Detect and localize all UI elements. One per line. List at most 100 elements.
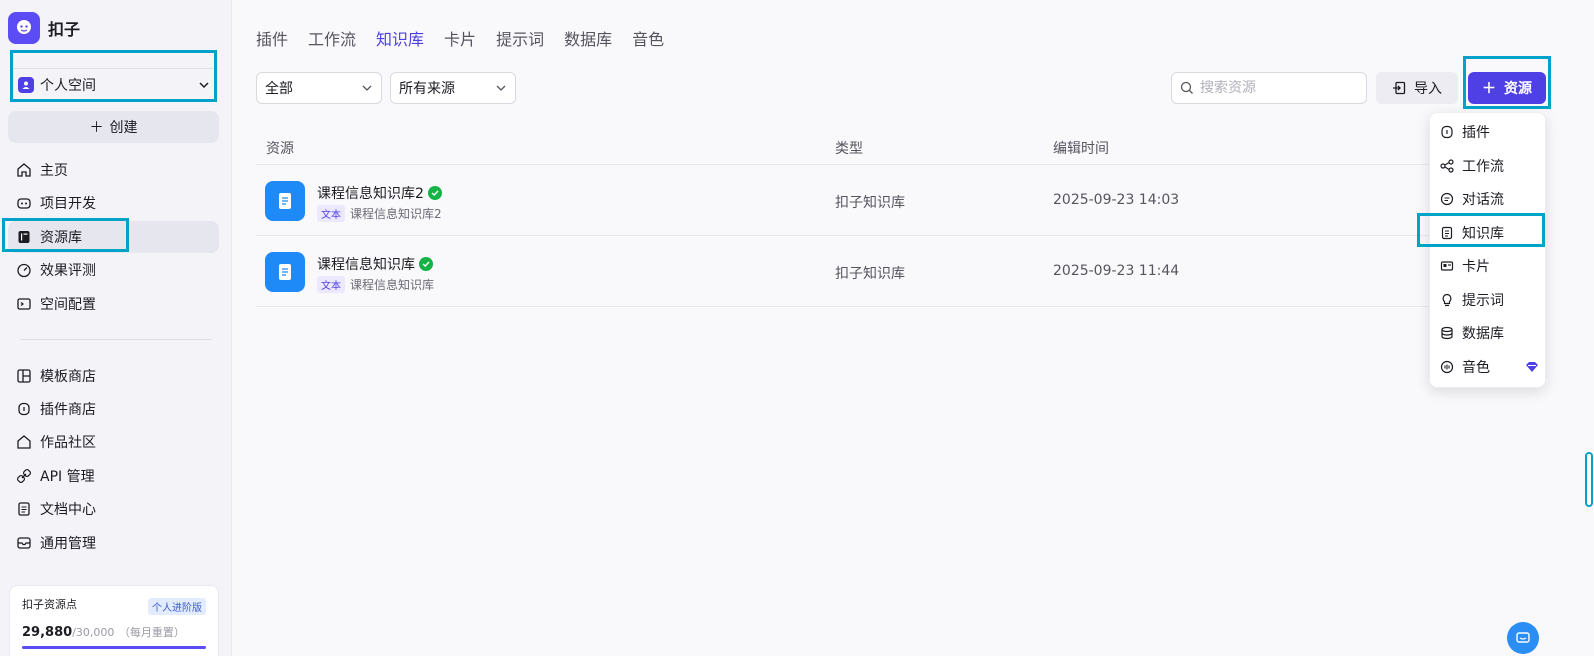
doc-icon — [18, 502, 30, 516]
brand[interactable]: 扣子 — [8, 12, 80, 44]
sidebar-item-plugin-store[interactable]: 插件商店 — [8, 393, 219, 425]
column-header-resource: 资源 — [266, 141, 294, 157]
sidebar-item-label: 项目开发 — [40, 196, 96, 212]
scrollbar-handle[interactable] — [1585, 452, 1593, 507]
type-filter-select[interactable]: 全部 — [256, 72, 382, 104]
resource-subtitle: 文本 课程信息知识库 — [317, 276, 434, 293]
menu-item-label: 插件 — [1462, 125, 1490, 141]
sidebar-item-label: 主页 — [40, 163, 68, 179]
tab-workflow[interactable]: 工作流 — [308, 26, 356, 50]
source-filter-value: 所有来源 — [399, 81, 455, 97]
sidebar-item-api[interactable]: API 管理 — [8, 460, 219, 492]
chevron-down-icon — [496, 85, 506, 91]
terminal-icon — [17, 298, 31, 310]
create-button[interactable]: ＋ 创建 — [8, 111, 219, 143]
sidebar-item-community[interactable]: 作品社区 — [8, 426, 219, 458]
resource-name-text: 课程信息知识库2 — [317, 186, 424, 202]
tab-voice[interactable]: 音色 — [632, 26, 664, 50]
settings-box-icon — [17, 537, 31, 549]
document-icon — [265, 252, 305, 292]
source-filter-select[interactable]: 所有来源 — [390, 72, 516, 104]
user-icon — [18, 76, 34, 93]
resource-points-card[interactable]: 扣子资源点 个人进阶版 29,880/30,000 （每月重置） — [9, 585, 219, 656]
chatflow-icon — [1440, 192, 1454, 206]
column-header-edit-time: 编辑时间 — [1053, 141, 1109, 157]
plan-badge: 个人进阶版 — [148, 598, 206, 615]
divider — [20, 339, 212, 340]
project-icon — [17, 198, 31, 209]
resource-type: 扣子知识库 — [835, 195, 905, 211]
menu-item-chatflow[interactable]: 对话流 — [1434, 184, 1543, 214]
edit-time: 2025-09-23 11:44 — [1053, 263, 1180, 279]
add-resource-menu: 插件 工作流 对话流 知识库 卡片 提示词 数据库 音色 — [1429, 112, 1546, 388]
menu-item-label: 卡片 — [1462, 259, 1490, 275]
import-icon — [1393, 81, 1406, 95]
table-row[interactable]: 课程信息知识库2 文本 课程信息知识库2 扣子知识库 2025-09-23 14… — [256, 165, 1546, 236]
bulb-icon — [1442, 293, 1452, 307]
community-icon — [17, 435, 31, 449]
menu-item-prompt[interactable]: 提示词 — [1434, 285, 1543, 315]
menu-item-card[interactable]: 卡片 — [1434, 251, 1543, 281]
sidebar-item-library[interactable]: 资源库 — [8, 221, 219, 253]
tab-database[interactable]: 数据库 — [564, 26, 612, 50]
tab-prompt[interactable]: 提示词 — [496, 26, 544, 50]
points-total: /30,000 — [72, 626, 115, 639]
sidebar-item-label: 效果评测 — [40, 263, 96, 279]
add-resource-button[interactable]: ＋ 资源 — [1468, 72, 1546, 104]
sidebar-item-general-settings[interactable]: 通用管理 — [8, 527, 219, 559]
space-label: 个人空间 — [40, 77, 96, 94]
sidebar-item-label: API 管理 — [40, 469, 95, 485]
import-button[interactable]: 导入 — [1376, 72, 1458, 104]
space-selector[interactable]: 个人空间 — [10, 68, 218, 100]
sidebar-item-label: 通用管理 — [40, 536, 96, 552]
format-tag: 文本 — [317, 205, 345, 222]
import-label: 导入 — [1414, 81, 1442, 97]
sidebar-item-project[interactable]: 项目开发 — [8, 187, 219, 219]
tab-plugin[interactable]: 插件 — [256, 26, 288, 50]
points-value: 29,880/30,000 （每月重置） — [22, 624, 206, 640]
tab-knowledge[interactable]: 知识库 — [376, 26, 424, 50]
menu-item-label: 工作流 — [1462, 159, 1504, 175]
menu-item-knowledge[interactable]: 知识库 — [1434, 218, 1543, 248]
coze-logo-icon — [8, 12, 40, 44]
points-note: （每月重置） — [118, 626, 185, 639]
tab-card[interactable]: 卡片 — [444, 26, 476, 50]
sidebar-item-template-store[interactable]: 模板商店 — [8, 360, 219, 392]
sidebar-item-home[interactable]: 主页 — [8, 154, 219, 186]
points-progress-bar — [22, 646, 206, 649]
chat-support-button[interactable] — [1507, 622, 1539, 654]
chevron-down-icon — [362, 85, 372, 91]
table-header: 资源 类型 编辑时间 — [256, 128, 1546, 165]
sidebar-item-label: 作品社区 — [40, 435, 96, 451]
menu-item-workflow[interactable]: 工作流 — [1434, 151, 1543, 181]
plus-icon: ＋ — [89, 120, 104, 136]
type-filter-value: 全部 — [265, 81, 293, 97]
chat-icon — [1516, 632, 1530, 643]
card-icon — [1440, 261, 1454, 271]
search-input[interactable] — [1200, 80, 1350, 96]
document-icon — [265, 181, 305, 221]
table-row[interactable]: 课程信息知识库 文本 课程信息知识库 扣子知识库 2025-09-23 11:4… — [256, 236, 1546, 307]
points-current: 29,880 — [22, 625, 73, 640]
resource-type: 扣子知识库 — [835, 266, 905, 282]
resource-tabs: 插件 工作流 知识库 卡片 提示词 数据库 音色 — [256, 26, 664, 50]
format-tag: 文本 — [317, 276, 345, 293]
search-box[interactable] — [1171, 72, 1367, 104]
edit-time: 2025-09-23 14:03 — [1053, 192, 1180, 208]
sidebar-item-label: 资源库 — [40, 230, 82, 246]
sidebar-item-docs[interactable]: 文档中心 — [8, 493, 219, 525]
premium-gem-icon — [1526, 362, 1538, 372]
create-label: 创建 — [109, 120, 138, 136]
menu-item-voice[interactable]: 音色 — [1434, 352, 1543, 382]
resource-description: 课程信息知识库 — [350, 278, 435, 292]
menu-item-database[interactable]: 数据库 — [1434, 318, 1543, 348]
api-icon — [16, 468, 32, 484]
menu-item-plugin[interactable]: 插件 — [1434, 117, 1543, 147]
sidebar-item-space-config[interactable]: 空间配置 — [8, 288, 219, 320]
plus-icon: ＋ — [1482, 81, 1496, 97]
resource-name: 课程信息知识库2 — [317, 183, 442, 203]
sidebar-item-label: 空间配置 — [40, 297, 96, 313]
sidebar-item-evaluation[interactable]: 效果评测 — [8, 254, 219, 286]
gauge-icon — [17, 263, 31, 278]
plugin-icon — [18, 402, 30, 416]
